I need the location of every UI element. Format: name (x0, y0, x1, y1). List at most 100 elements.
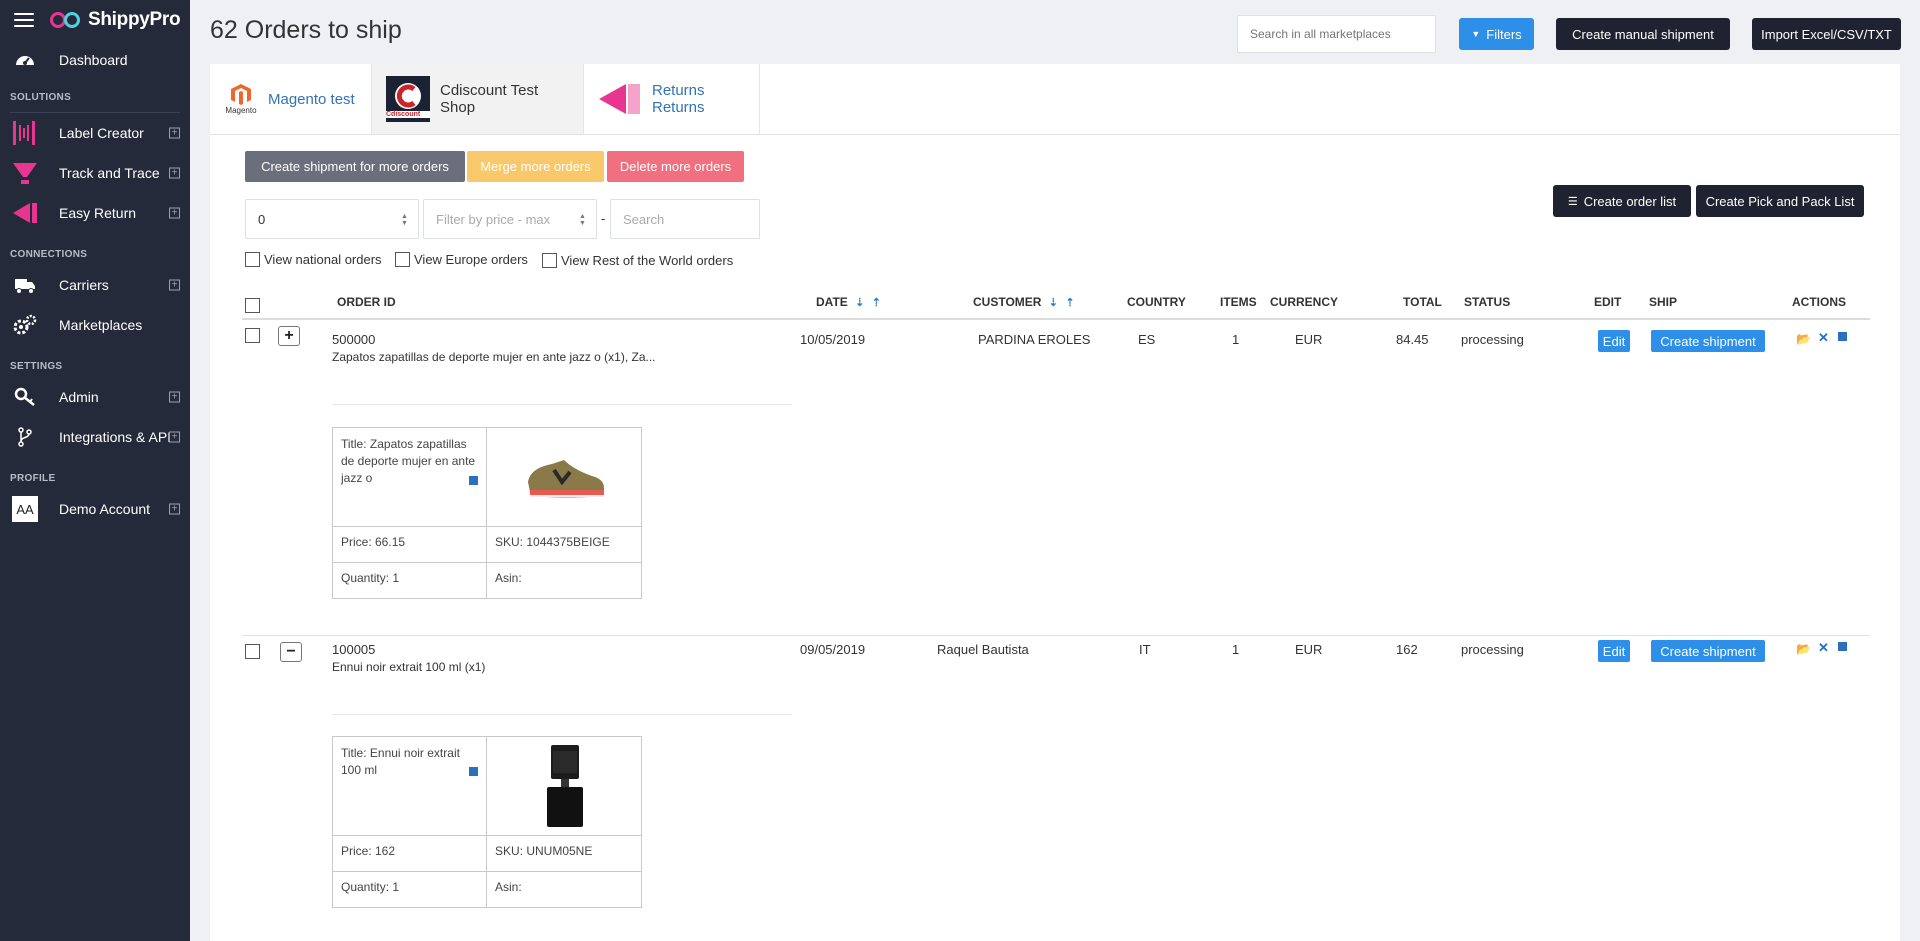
section-label-connections: CONNECTIONS (10, 249, 88, 260)
select-all-checkbox[interactable] (245, 298, 260, 313)
product-detail-card: Title: Zapatos zapatillas de deporte muj… (332, 427, 642, 599)
checkbox[interactable] (542, 253, 557, 268)
sidebar-item-carriers[interactable]: Carriers + (0, 265, 190, 305)
sneaker-image (527, 460, 604, 498)
expand-plus-icon[interactable]: + (169, 167, 180, 179)
row-checkbox[interactable] (245, 644, 260, 659)
sidebar-item-label: Label Creator (59, 125, 144, 141)
marketplace-search-input[interactable] (1237, 15, 1436, 53)
edit-note-icon[interactable] (1838, 332, 1847, 341)
range-dash: - (601, 211, 606, 226)
collapse-row-button[interactable]: − (280, 642, 302, 662)
import-file-button[interactable]: Import Excel/CSV/TXT (1752, 18, 1901, 50)
perfume-bottle-image (546, 745, 583, 827)
create-order-list-button[interactable]: ☰ Create order list (1553, 185, 1691, 217)
filters-button[interactable]: ▼ Filters (1459, 18, 1534, 50)
folder-open-icon[interactable]: 📂 (1796, 332, 1811, 346)
price-min-input[interactable]: 0 ▲ ▼ (245, 199, 419, 239)
edit-order-button[interactable]: Edit (1598, 330, 1630, 352)
expand-plus-icon[interactable]: + (169, 127, 180, 139)
order-id: 100005 (332, 642, 376, 657)
sort-asc-icon[interactable]: ⇣ (855, 297, 864, 309)
europe-orders-filter[interactable]: View Europe orders (395, 252, 528, 267)
tab-cdiscount[interactable]: Cdiscount Cdiscount Test Shop (372, 64, 584, 134)
expand-plus-icon[interactable]: + (169, 431, 180, 443)
sidebar-item-admin[interactable]: Admin + (0, 377, 190, 417)
order-search-input[interactable]: Search (610, 199, 760, 239)
merge-more-orders-button[interactable]: Merge more orders (467, 151, 604, 182)
create-shipment-more-orders-button[interactable]: Create shipment for more orders (245, 151, 465, 182)
sort-desc-icon[interactable]: ⇡ (872, 297, 881, 309)
sidebar-item-demo-account[interactable]: AA Demo Account + (0, 489, 190, 529)
sidebar-item-integrations[interactable]: Integrations & API + (0, 417, 190, 457)
expand-row-button[interactable]: + (278, 326, 300, 346)
column-items: ITEMS (1220, 295, 1257, 309)
expand-plus-icon[interactable]: + (169, 503, 180, 515)
checkbox[interactable] (245, 252, 260, 267)
sort-asc-icon[interactable]: ⇣ (1049, 297, 1058, 309)
product-asin: Asin: (495, 571, 522, 585)
checkbox[interactable] (395, 252, 410, 267)
column-customer[interactable]: CUSTOMER ⇣ ⇡ (973, 295, 1075, 309)
edit-title-icon[interactable] (469, 476, 478, 485)
create-shipment-button[interactable]: Create shipment (1651, 640, 1765, 662)
column-country: COUNTRY (1127, 295, 1186, 309)
sidebar-item-label: Carriers (59, 277, 109, 293)
sidebar-item-label: Marketplaces (59, 317, 143, 333)
filters-button-label: Filters (1486, 26, 1522, 42)
section-label-profile: PROFILE (10, 473, 56, 484)
brand-bar: ShippyPro (0, 0, 190, 40)
sidebar-item-dashboard[interactable]: Dashboard (0, 40, 190, 80)
create-pick-pack-list-button[interactable]: Create Pick and Pack List (1696, 185, 1864, 217)
product-title: Title: Ennui noir extrait 100 ml (341, 746, 460, 777)
sidebar-item-marketplaces[interactable]: Marketplaces (0, 305, 190, 345)
product-detail-card: Title: Ennui noir extrait 100 ml Price: … (332, 736, 642, 908)
tab-returns[interactable]: Returns Returns (584, 64, 760, 134)
stepper-icon[interactable]: ▲ ▼ (579, 213, 586, 227)
close-icon[interactable]: ✕ (1818, 330, 1829, 346)
column-total: TOTAL (1403, 295, 1442, 309)
logo-icon (50, 11, 84, 29)
world-orders-filter[interactable]: View Rest of the World orders (542, 253, 733, 268)
product-quantity: Quantity: 1 (333, 872, 487, 907)
create-manual-shipment-button[interactable]: Create manual shipment (1556, 18, 1730, 50)
product-price: Price: 162 (333, 836, 487, 872)
expand-plus-icon[interactable]: + (169, 279, 180, 291)
expand-plus-icon[interactable]: + (169, 207, 180, 219)
national-orders-filter[interactable]: View national orders (245, 252, 382, 267)
tab-label: Magento test (268, 90, 355, 108)
tab-label: Returns Returns (652, 82, 705, 116)
checkbox-label: View national orders (264, 252, 382, 267)
product-image (487, 428, 642, 527)
sort-desc-icon[interactable]: ⇡ (1065, 297, 1074, 309)
delete-more-orders-button[interactable]: Delete more orders (607, 151, 744, 182)
column-ship: SHIP (1649, 295, 1678, 309)
folder-open-icon[interactable]: 📂 (1796, 642, 1811, 656)
section-label-solutions: SOLUTIONS (10, 92, 72, 103)
column-date[interactable]: DATE ⇣ ⇡ (816, 295, 881, 309)
app-logo-text[interactable]: ShippyPro (88, 9, 181, 31)
tab-magento[interactable]: Magento Magento test (210, 64, 372, 134)
expand-plus-icon[interactable]: + (169, 391, 180, 403)
speedometer-icon (12, 47, 38, 73)
edit-note-icon[interactable] (1838, 642, 1847, 651)
order-total: 84.45 (1396, 332, 1429, 347)
sidebar-item-label-creator[interactable]: Label Creator + (0, 113, 190, 153)
price-max-input[interactable]: Filter by price - max ▲ ▼ (423, 199, 597, 239)
gears-icon (12, 312, 38, 338)
create-shipment-button[interactable]: Create shipment (1651, 330, 1765, 352)
price-min-value: 0 (258, 211, 266, 227)
order-country: ES (1138, 332, 1156, 347)
filter-icon: ▼ (1471, 29, 1481, 39)
product-asin: Asin: (495, 880, 522, 894)
close-icon[interactable]: ✕ (1818, 640, 1829, 656)
hamburger-menu-icon[interactable] (14, 13, 34, 27)
sidebar-item-easy-return[interactable]: Easy Return + (0, 193, 190, 233)
edit-order-button[interactable]: Edit (1598, 640, 1630, 662)
sidebar-item-track-and-trace[interactable]: Track and Trace + (0, 153, 190, 193)
row-checkbox[interactable] (245, 328, 260, 343)
edit-title-icon[interactable] (469, 767, 478, 776)
search-placeholder: Search (623, 211, 665, 227)
sidebar-item-label: Track and Trace (59, 165, 160, 181)
stepper-icon[interactable]: ▲ ▼ (401, 213, 408, 227)
